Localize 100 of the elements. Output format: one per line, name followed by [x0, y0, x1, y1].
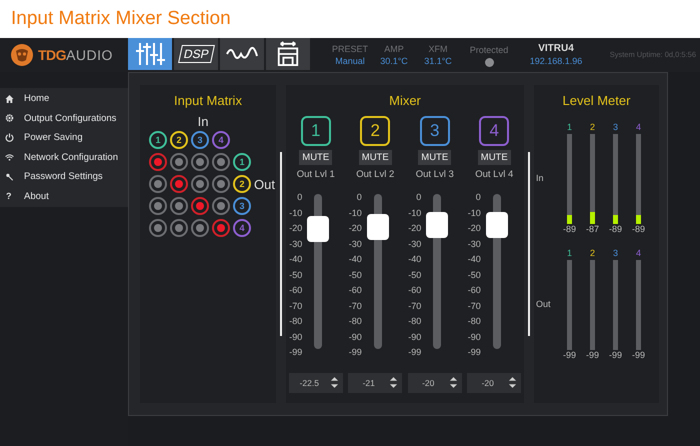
- output-channel-badge: 2: [233, 175, 251, 193]
- wifi-icon: [5, 154, 14, 161]
- sidebar-item[interactable]: Output Configurations: [0, 108, 128, 128]
- channel-button[interactable]: 4: [479, 116, 510, 146]
- routing-toggle[interactable]: [149, 219, 167, 237]
- scale-label: -70: [408, 300, 422, 312]
- meter-reading: -89: [608, 224, 622, 234]
- routing-toggle[interactable]: [170, 153, 188, 171]
- level-spinbox[interactable]: -21: [348, 372, 402, 392]
- channel-name: Out Lvl 1: [296, 169, 335, 180]
- scale-label: -99: [468, 346, 481, 359]
- scale-label: -99: [408, 346, 422, 359]
- input-channel-badge: 4: [212, 131, 230, 149]
- channel-button[interactable]: 3: [420, 116, 450, 146]
- power-icon: [5, 133, 14, 142]
- panel-title: Input Matrix: [174, 93, 242, 108]
- scale-label: -80: [408, 315, 422, 328]
- level-spinbox[interactable]: -20: [467, 372, 522, 392]
- routing-toggle[interactable]: [170, 219, 188, 237]
- meter-reading: -89: [562, 224, 576, 234]
- scale-label: -20: [468, 222, 481, 235]
- scale-label: -50: [408, 268, 422, 282]
- meter-group-label: Out: [535, 299, 552, 309]
- scale-label: -90: [468, 330, 481, 344]
- in-label: In: [198, 114, 208, 129]
- status-label: Protected: [470, 44, 508, 56]
- meter-reading: -87: [586, 224, 599, 234]
- sidebar-item[interactable]: Home: [0, 89, 128, 108]
- fader-handle[interactable]: [307, 216, 330, 242]
- page-title: Input Matrix Mixer Section: [11, 8, 231, 30]
- meter-channel-label: 4: [636, 122, 641, 132]
- scale-label: -40: [348, 253, 362, 266]
- routing-toggle[interactable]: [212, 175, 230, 193]
- dsp-tab[interactable]: DSP: [174, 38, 218, 70]
- stepper-icon: [448, 376, 458, 389]
- status-label: PRESET: [332, 43, 368, 55]
- scale-label: -90: [289, 330, 302, 344]
- scale-label: -80: [468, 315, 481, 328]
- meter-channel-label: 1: [566, 122, 572, 132]
- routing-toggle[interactable]: [212, 153, 230, 171]
- fader-handle[interactable]: [366, 214, 389, 240]
- mute-button[interactable]: MUTE: [299, 150, 332, 165]
- status-value: 30.1°C: [380, 55, 408, 67]
- logo-suffix: AUDIO: [66, 47, 113, 63]
- scale-label: -60: [408, 284, 422, 297]
- sidebar-item[interactable]: Password Settings: [0, 167, 128, 186]
- fader-handle[interactable]: [486, 212, 508, 238]
- output-channel-badge: 3: [233, 197, 251, 215]
- panel-title: Level Meter: [562, 93, 630, 108]
- output-channel-badge: 4: [233, 219, 251, 237]
- routing-toggle[interactable]: [170, 175, 188, 193]
- meter-reading: -99: [608, 350, 622, 360]
- scale-label: 0: [416, 191, 422, 204]
- routing-toggle[interactable]: [191, 219, 209, 237]
- routing-toggle[interactable]: [212, 197, 230, 215]
- scale-label: -30: [289, 238, 302, 250]
- mute-button[interactable]: MUTE: [478, 150, 511, 165]
- scale-label: -90: [408, 330, 422, 344]
- channel-button[interactable]: 2: [360, 116, 390, 146]
- routing-toggle[interactable]: [149, 175, 167, 193]
- channel-name: Out Lvl 2: [356, 169, 394, 180]
- mute-button[interactable]: MUTE: [418, 150, 452, 165]
- status-value: Manual: [335, 55, 365, 67]
- scale-label: -70: [289, 300, 302, 312]
- scale-label: -80: [289, 315, 302, 328]
- meter-reading: -99: [562, 350, 576, 360]
- routing-toggle[interactable]: [170, 197, 188, 215]
- scale-label: -30: [408, 238, 422, 250]
- channel-button[interactable]: 1: [300, 116, 331, 146]
- routing-toggle[interactable]: [212, 219, 230, 237]
- scale-label: -30: [468, 238, 481, 250]
- meter-reading: -89: [632, 224, 645, 234]
- routing-toggle[interactable]: [149, 153, 167, 171]
- meter-channel-label: 2: [590, 122, 595, 132]
- scale-label: -10: [289, 206, 302, 220]
- level-spinbox[interactable]: -20: [408, 372, 462, 392]
- device-name: VITRU4: [538, 43, 574, 55]
- wave-tab[interactable]: [220, 38, 264, 70]
- logo-icon: [10, 43, 34, 67]
- mixer-tab[interactable]: [128, 38, 172, 70]
- input-channel-badge: 2: [170, 131, 188, 149]
- fader-handle[interactable]: [426, 212, 448, 238]
- sidebar-item[interactable]: ? About: [0, 186, 128, 206]
- scale-label: -20: [408, 222, 422, 235]
- routing-toggle[interactable]: [191, 153, 209, 171]
- scale-label: -40: [408, 253, 422, 266]
- scale-label: 0: [476, 191, 481, 204]
- sidebar-item[interactable]: Power Saving: [0, 128, 128, 148]
- mute-button[interactable]: MUTE: [358, 150, 392, 165]
- status-label: XFM: [428, 43, 448, 55]
- routing-toggle[interactable]: [149, 197, 167, 215]
- key-icon: [5, 172, 14, 181]
- device-address: 192.168.1.96: [530, 55, 582, 67]
- meter-group-label: In: [535, 173, 545, 183]
- sidebar-item[interactable]: Network Configuration: [0, 148, 128, 167]
- stepper-icon: [389, 376, 398, 389]
- routing-toggle[interactable]: [191, 197, 209, 215]
- routing-toggle[interactable]: [191, 175, 209, 193]
- level-spinbox[interactable]: -22.5: [288, 372, 343, 392]
- frame-tab[interactable]: [266, 38, 310, 70]
